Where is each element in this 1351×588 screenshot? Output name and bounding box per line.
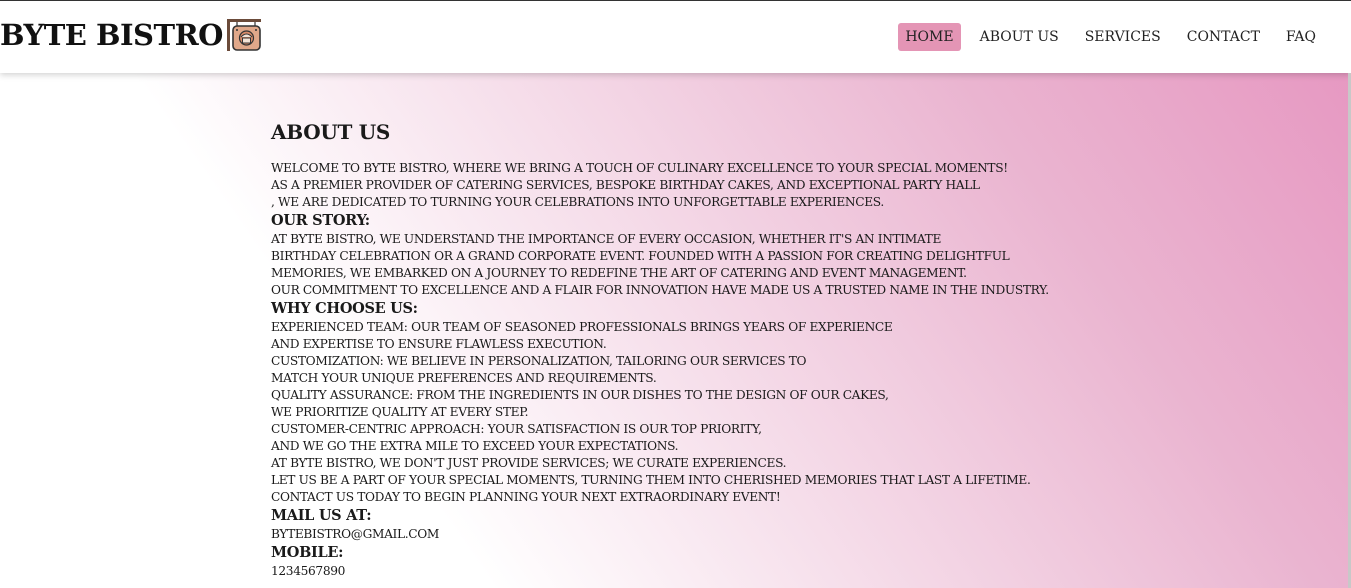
mail-address[interactable]: BYTEBISTRO@GMAIL.COM [271, 526, 1171, 543]
page-title: ABOUT US [271, 120, 390, 144]
why-line: AND EXPERTISE TO ENSURE FLAWLESS EXECUTI… [271, 337, 607, 351]
why-line: CUSTOMIZATION: WE BELIEVE IN PERSONALIZA… [271, 354, 807, 368]
why-line: CUSTOMER-CENTRIC APPROACH: YOUR SATISFAC… [271, 422, 762, 436]
nav-about-us[interactable]: ABOUT US [973, 23, 1066, 51]
about-section: ABOUT US WELCOME TO BYTE BISTRO, WHERE W… [271, 118, 1171, 580]
top-navbar: BYTE BISTRO HOME ABOUT US SERVICES CONTA… [0, 0, 1351, 73]
why-line: CONTACT US TODAY TO BEGIN PLANNING YOUR … [271, 490, 781, 504]
bistro-sign-icon [226, 19, 261, 51]
why-line: QUALITY ASSURANCE: FROM THE INGREDIENTS … [271, 388, 889, 402]
nav-home[interactable]: HOME [898, 23, 961, 51]
why-line: AND WE GO THE EXTRA MILE TO EXCEED YOUR … [271, 439, 679, 453]
nav-faq[interactable]: FAQ [1279, 23, 1323, 51]
why-heading: WHY CHOOSE US: [271, 300, 418, 317]
why-line: LET US BE A PART OF YOUR SPECIAL MOMENTS… [271, 473, 1031, 487]
story-line: MEMORIES, WE EMBARKED ON A JOURNEY TO RE… [271, 266, 967, 280]
story-line: AT BYTE BISTRO, WE UNDERSTAND THE IMPORT… [271, 232, 942, 246]
intro-line: AS A PREMIER PROVIDER OF CATERING SERVIC… [271, 178, 980, 192]
intro-line: , WE ARE DEDICATED TO TURNING YOUR CELEB… [271, 195, 884, 209]
story-heading: OUR STORY: [271, 212, 370, 229]
why-line: WE PRIORITIZE QUALITY AT EVERY STEP. [271, 405, 529, 419]
brand-name: BYTE BISTRO [0, 18, 223, 52]
intro-line: WELCOME TO BYTE BISTRO, WHERE WE BRING A… [271, 161, 1008, 175]
story-line: BIRTHDAY CELEBRATION OR A GRAND CORPORAT… [271, 249, 1010, 263]
mobile-heading: MOBILE: [271, 544, 344, 561]
mobile-number[interactable]: 1234567890 [271, 563, 1171, 580]
nav-contact[interactable]: CONTACT [1180, 23, 1267, 51]
nav-services[interactable]: SERVICES [1078, 23, 1168, 51]
story-line: OUR COMMITMENT TO EXCELLENCE AND A FLAIR… [271, 283, 1049, 297]
why-line: AT BYTE BISTRO, WE DON'T JUST PROVIDE SE… [271, 456, 787, 470]
why-line: MATCH YOUR UNIQUE PREFERENCES AND REQUIR… [271, 371, 657, 385]
main-nav: HOME ABOUT US SERVICES CONTACT FAQ [892, 23, 1323, 51]
why-line: EXPERIENCED TEAM: OUR TEAM OF SEASONED P… [271, 320, 893, 334]
brand[interactable]: BYTE BISTRO [0, 15, 264, 55]
mail-heading: MAIL US AT: [271, 507, 372, 524]
